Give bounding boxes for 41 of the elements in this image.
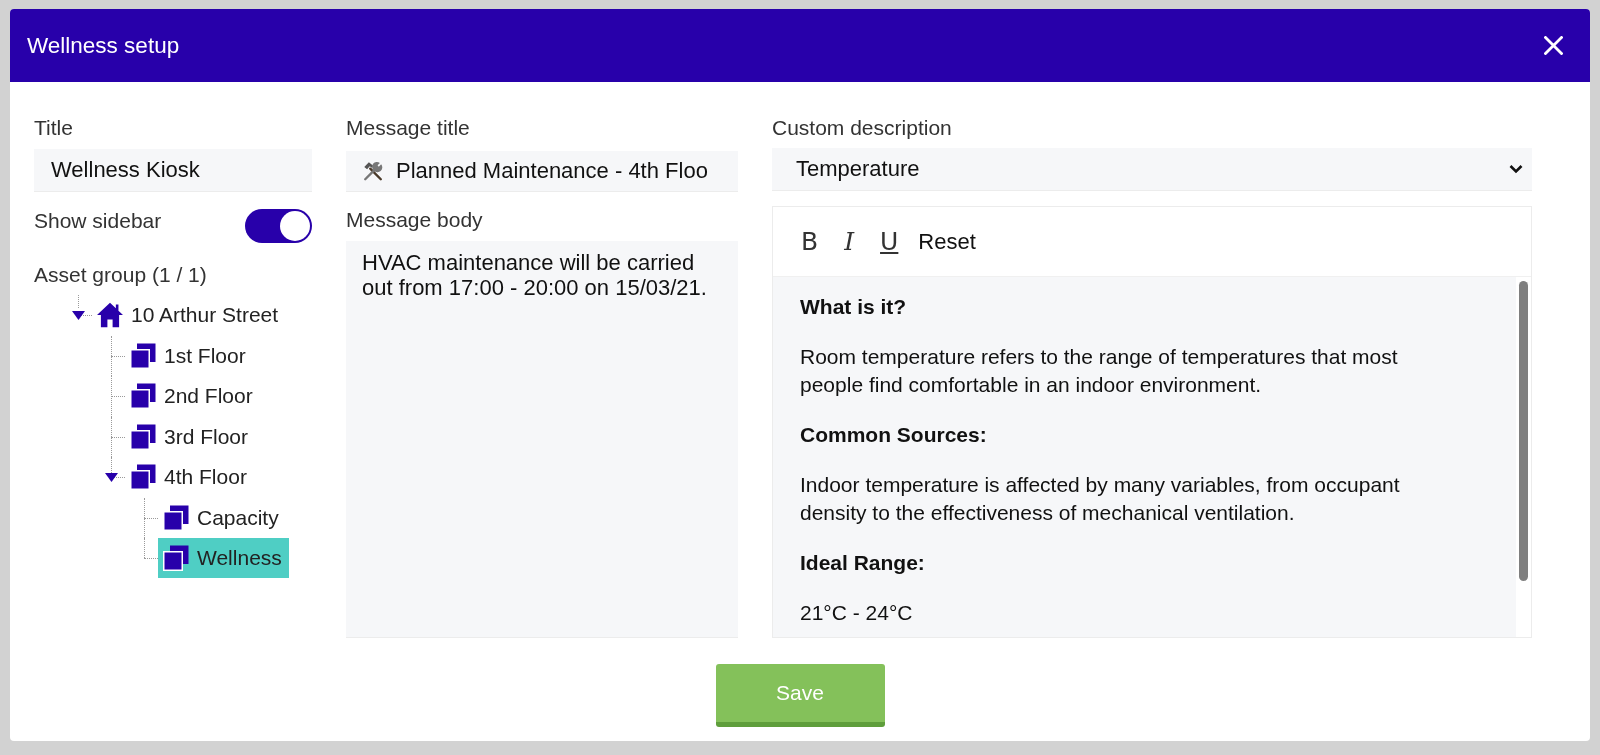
tree-item[interactable]: 4th Floor (125, 457, 254, 498)
field-label: Message title (346, 116, 470, 140)
description-paragraph: Indoor temperature is affected by many variables, from occupant density to the effectiveness of mechanical ventilation. (800, 472, 1401, 526)
section-heading: Common Sources: (800, 422, 988, 448)
section-heading: Ideal Range: (800, 550, 926, 576)
caret-down-icon[interactable] (71, 310, 85, 320)
layers-icon (130, 423, 156, 450)
dialog-title: Wellness setup (27, 32, 180, 59)
layers-icon (163, 545, 189, 572)
hammer-wrench-icon (362, 160, 384, 182)
field-label: Asset group (1 / 1) (34, 263, 207, 287)
section-heading: What is it? (800, 294, 908, 320)
tree-item[interactable]: Capacity (158, 497, 286, 538)
home-icon (97, 302, 123, 329)
toggle-label: Show sidebar (34, 209, 162, 233)
bold-button[interactable]: B (791, 222, 829, 261)
tree-item[interactable]: 10 Arthur Street (92, 295, 286, 336)
tree-item[interactable]: 1st Floor (125, 335, 253, 376)
tree-item[interactable]: 3rd Floor (125, 416, 256, 457)
reset-button[interactable]: Reset (914, 222, 986, 261)
caret-down-icon[interactable] (104, 472, 118, 482)
tree-item[interactable]: 2nd Floor (125, 376, 260, 417)
toggle-switch[interactable] (245, 209, 312, 243)
layers-icon (130, 464, 156, 491)
italic-button[interactable]: I (834, 222, 865, 261)
description-dropdown[interactable]: Temperature (772, 148, 1532, 191)
message-title-input[interactable]: Planned Maintenance - 4th Floo (346, 151, 738, 192)
scrollbar-thumb[interactable] (1519, 281, 1528, 581)
underline-button[interactable]: U (870, 222, 909, 261)
tree-item[interactable]: Wellness (158, 538, 289, 579)
field-label: Title (34, 116, 73, 140)
message-body-textarea[interactable]: HVAC maintenance will be carried out from 17:00 - 20:00 on 15/03/21. (346, 241, 738, 638)
layers-icon (130, 383, 156, 410)
field-label: Custom description (772, 116, 952, 140)
layers-icon (163, 504, 189, 531)
description-paragraph: Room temperature refers to the range of temperatures that most people find comfortable in an indoor environment. (800, 344, 1399, 398)
field-label: Message body (346, 208, 483, 232)
title-input[interactable]: Wellness Kiosk (34, 149, 312, 192)
layers-icon (130, 342, 156, 369)
close-icon[interactable] (1544, 36, 1563, 55)
description-paragraph: 21°C - 24°C (800, 600, 914, 626)
